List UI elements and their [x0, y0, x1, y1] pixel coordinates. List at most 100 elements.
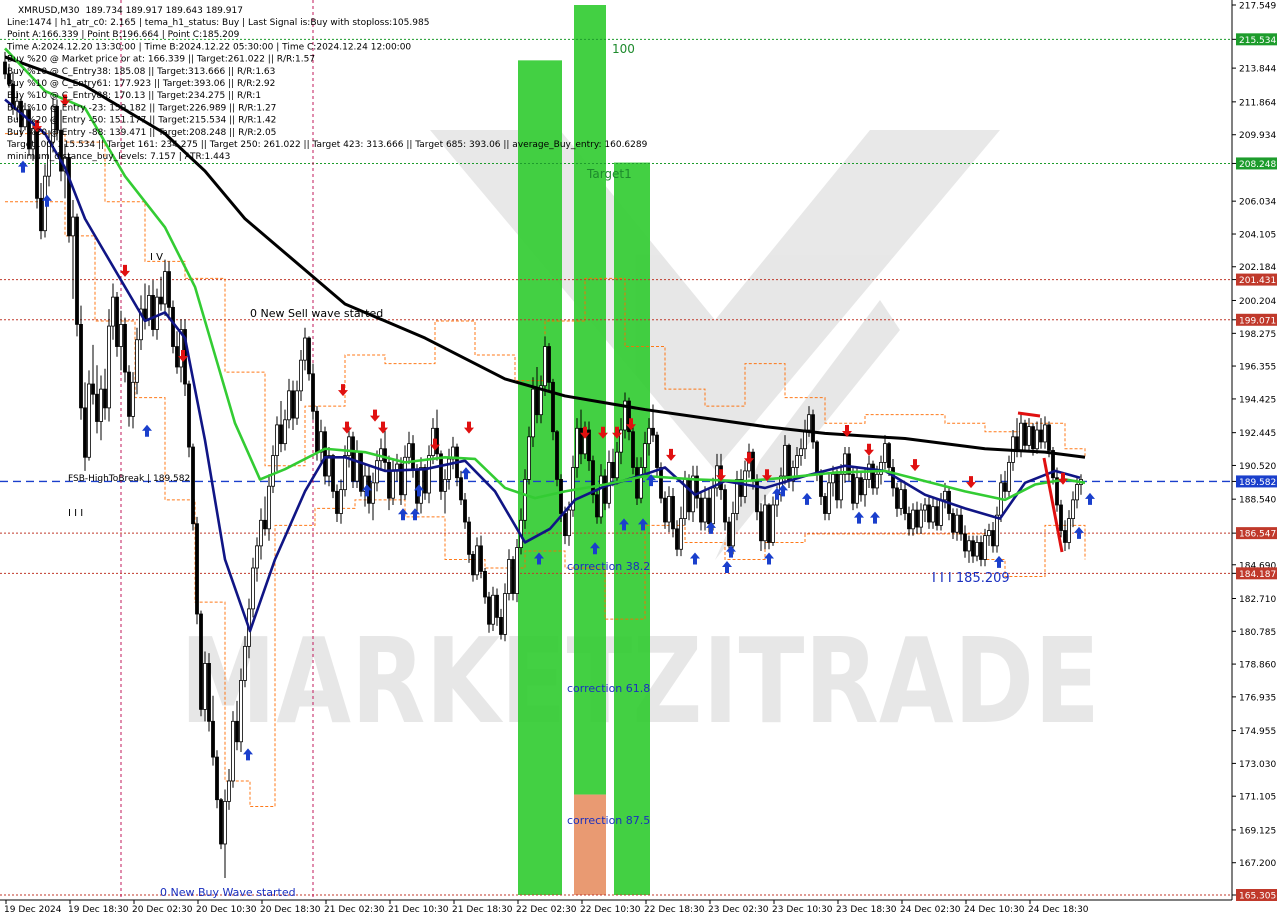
candle-body — [591, 460, 595, 496]
candle-body — [1063, 530, 1067, 543]
candle-body — [111, 296, 115, 327]
candle-body — [1007, 461, 1011, 492]
candle-body — [599, 475, 603, 518]
price-tick-label: 192.445 — [1239, 429, 1276, 439]
candle-body — [939, 499, 943, 526]
price-tick-label: 198.275 — [1239, 330, 1276, 340]
candle-body — [91, 383, 95, 395]
candle-body — [963, 533, 967, 552]
candle-body — [851, 473, 855, 504]
price-tick-label: 176.935 — [1239, 693, 1276, 703]
candle-body — [931, 506, 935, 523]
time-tick-label: 24 Dec 02:30 — [900, 905, 961, 915]
candle-body — [207, 663, 211, 722]
candle-body — [1027, 426, 1031, 446]
candle-body — [1023, 422, 1027, 446]
candle-body — [211, 720, 215, 758]
candle-body — [631, 431, 635, 468]
candle-body — [339, 489, 343, 514]
candle-body — [907, 513, 911, 530]
candle-body — [75, 216, 79, 325]
price-axis: 217.549 215.534 213.844 211.864 209.934 208.2… — [1232, 2, 1277, 902]
candle-body — [387, 461, 391, 499]
candle-body — [799, 448, 803, 456]
candle-body — [667, 496, 671, 523]
candle-body — [383, 448, 387, 463]
price-tick-label: 173.030 — [1239, 760, 1276, 770]
candle-body — [275, 424, 279, 456]
new-buy-wave-label: 0 New Buy Wave started — [160, 886, 296, 899]
candle-body — [167, 271, 171, 308]
chart: MARKETZITRADE 0 New Sell wave started 0 … — [0, 0, 1280, 920]
info-line: Buy %10 @ C_Entry61: 177.923 || Target:3… — [7, 79, 275, 89]
candle-body — [115, 296, 119, 347]
price-tick-label: 213.844 — [1239, 65, 1276, 75]
info-line: minimum_distance_buy_levels: 7.157 | ATR… — [7, 152, 230, 162]
candle-body — [419, 467, 423, 504]
candle-body — [579, 427, 583, 455]
candle-body — [827, 482, 831, 514]
candle-body — [639, 467, 643, 499]
candle-body — [723, 489, 727, 523]
candle-body — [299, 359, 303, 392]
candle-body — [559, 479, 563, 514]
candle-body — [727, 521, 731, 547]
candle-body — [795, 455, 799, 468]
candle-body — [483, 571, 487, 598]
candle-body — [231, 720, 235, 782]
price-tick-label: 182.710 — [1239, 595, 1276, 605]
candle-body — [899, 489, 903, 509]
price-level-label: 184.187 — [1239, 570, 1276, 580]
candle-body — [407, 443, 411, 458]
candle-body — [1067, 518, 1071, 543]
candle-body — [975, 542, 979, 557]
candle-body — [751, 451, 755, 482]
candle-body — [35, 128, 39, 199]
candle-body — [647, 427, 651, 445]
candle-body — [83, 407, 87, 458]
candle-body — [635, 467, 639, 499]
price-level-label: 165.305 — [1239, 892, 1276, 902]
time-tick-label: 20 Dec 18:30 — [260, 905, 321, 915]
candle-body — [1019, 422, 1023, 451]
candle-body — [423, 467, 427, 494]
target-100-label: 100 — [612, 42, 635, 56]
candle-body — [359, 451, 363, 492]
price-tick-label: 174.955 — [1239, 727, 1276, 737]
candle-body — [279, 424, 283, 445]
info-line: Buy %20 @ Market price or at: 166.339 ||… — [7, 55, 315, 65]
candle-body — [831, 473, 835, 484]
target-1-label: Target1 — [586, 167, 632, 181]
candle-body — [535, 388, 539, 416]
candle-body — [967, 540, 971, 552]
candle-body — [151, 295, 155, 330]
candle-body — [267, 485, 271, 530]
point-c-label: I I I 185.209 — [932, 571, 1010, 586]
price-tick-label: 190.520 — [1239, 462, 1276, 472]
candle-body — [471, 553, 475, 576]
candle-body — [675, 528, 679, 550]
price-tick-label: 209.934 — [1239, 131, 1276, 141]
candle-body — [971, 540, 975, 557]
candle-body — [687, 479, 691, 513]
candle-body — [223, 800, 227, 845]
candle-body — [679, 518, 683, 550]
candle-body — [671, 496, 675, 530]
candle-body — [503, 593, 507, 635]
candle-body — [499, 617, 503, 635]
time-tick-label: 24 Dec 10:30 — [964, 905, 1025, 915]
candle-body — [863, 479, 867, 496]
price-level-label: 186.547 — [1239, 530, 1276, 540]
price-tick-label: 171.105 — [1239, 793, 1276, 803]
candle-body — [771, 504, 775, 543]
candle-body — [643, 443, 647, 468]
candle-body — [195, 523, 199, 615]
candle-body — [555, 431, 559, 480]
candle-body — [159, 296, 163, 305]
info-line: Buy %10 @ Entry -23: 159.182 || Target:2… — [7, 103, 276, 113]
time-tick-label: 22 Dec 10:30 — [580, 905, 641, 915]
candle-body — [311, 373, 315, 412]
candle-body — [303, 337, 307, 361]
price-tick-label: 169.125 — [1239, 826, 1276, 836]
candle-body — [807, 414, 811, 431]
